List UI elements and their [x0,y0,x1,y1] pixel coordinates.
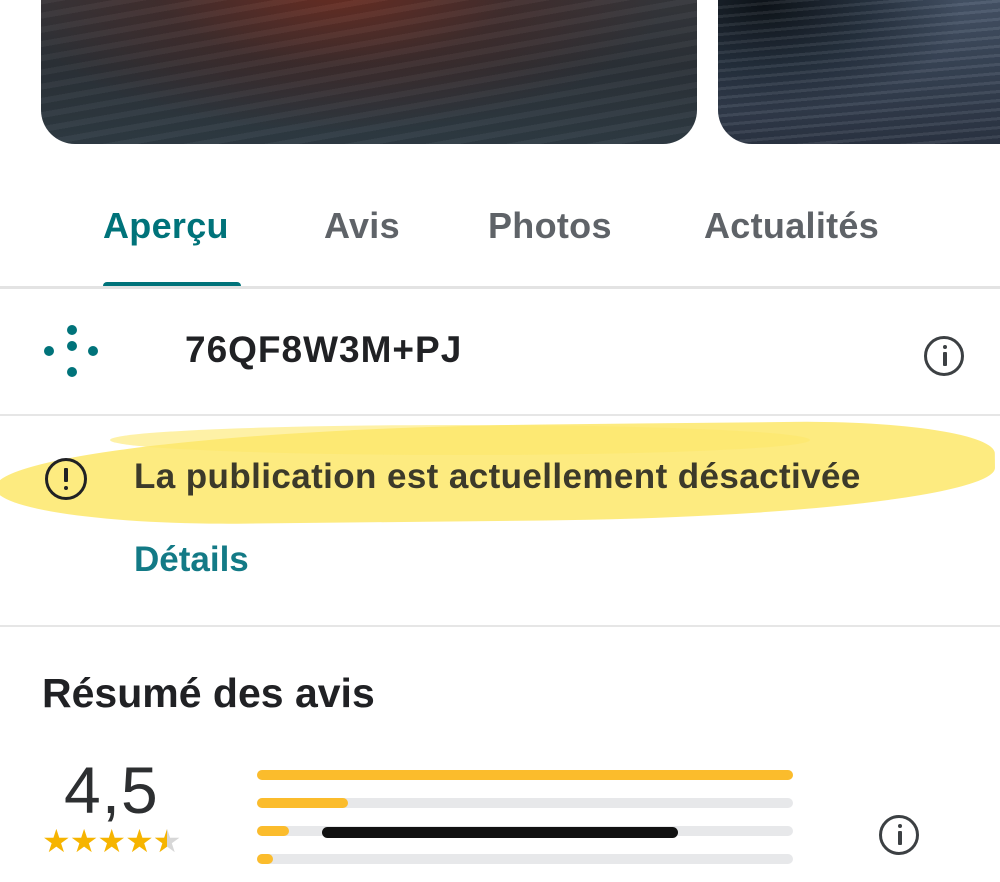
info-icon[interactable] [924,336,964,376]
tab-photos[interactable]: Photos [488,205,612,247]
place-photo-2[interactable] [718,0,1000,144]
star-icon: ★ ★ [152,823,182,859]
plus-code-icon [44,325,100,381]
rating-bar-fill [257,770,793,780]
info-icon[interactable] [879,815,919,855]
tab-avis[interactable]: Avis [324,205,400,247]
rating-bar-fill [257,798,349,808]
tab-apercu[interactable]: Aperçu [103,205,229,247]
rating-bar-fill [257,854,274,864]
star-icon: ★ [69,823,99,859]
highlight-marker-edge [110,425,810,455]
disabled-notice-text: La publication est actuellement désactiv… [134,457,861,496]
divider [0,625,1000,627]
tab-actualites[interactable]: Actualités [704,205,879,247]
star-icon: ★ [42,823,71,859]
plus-code-text: 76QF8W3M+PJ [185,329,463,370]
divider [0,414,1000,416]
rating-bar-4 [257,798,793,808]
star-icon: ★ [125,823,154,859]
star-icon: ★ [97,823,126,859]
rating-value: 4,5 [64,753,159,827]
details-link[interactable]: Détails [134,540,249,580]
place-photo-1[interactable] [41,0,697,144]
rating-distribution [257,770,793,882]
scroll-indicator[interactable] [322,827,678,838]
rating-bar-2 [257,854,793,864]
rating-bar-fill [257,826,290,836]
warning-icon [45,458,87,500]
rating-stars: ★★★★★ ★ [42,822,182,860]
reviews-summary-title: Résumé des avis [42,670,375,716]
rating-bar-5 [257,770,793,780]
plus-code-row[interactable]: 76QF8W3M+PJ [0,289,1000,415]
tab-bar: Aperçu Avis Photos Actualités [0,185,1000,289]
